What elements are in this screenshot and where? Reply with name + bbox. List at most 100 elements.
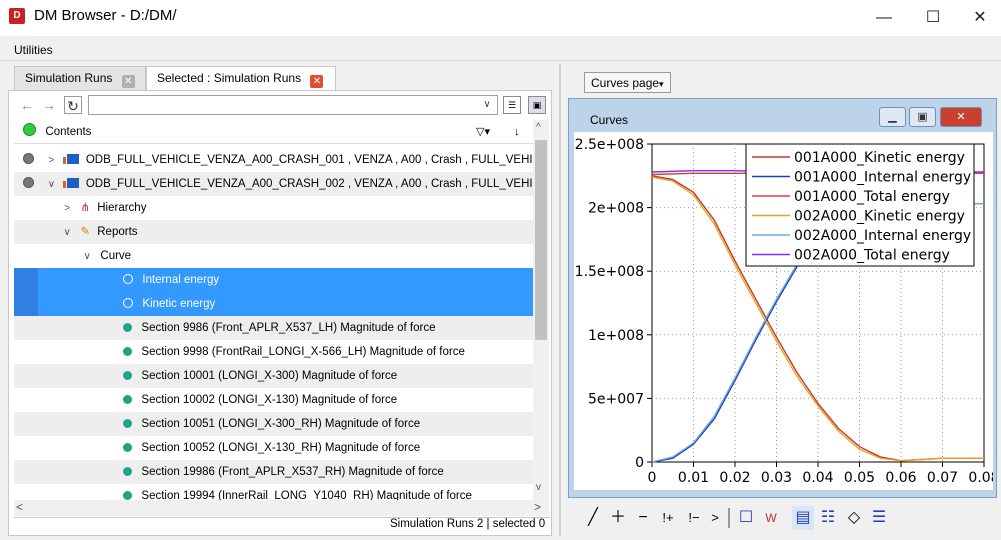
tab-label: Selected : Simulation Runs xyxy=(157,71,302,85)
chevron-down-icon[interactable]: ∨ xyxy=(81,245,93,269)
legend-label: 001A000_Kinetic energy xyxy=(794,150,965,166)
refresh-icon[interactable]: ↻ xyxy=(64,96,82,114)
tree-row-run-002[interactable]: ∨ ODB_FULL_VEHICLE_VENZA_A00_CRASH_002 ,… xyxy=(14,172,533,196)
plot-minimize-icon[interactable]: ▁ xyxy=(879,107,906,127)
curve-item-icon xyxy=(123,323,133,332)
tree-row-section[interactable]: Section 10002 (LONGI_X-130) Magnitude of… xyxy=(14,388,533,412)
x-tick-label: 0 xyxy=(648,470,657,486)
back-arrow-icon[interactable]: ← xyxy=(18,96,36,114)
remove-marker-icon[interactable]: !− xyxy=(682,506,706,530)
curve-item-icon xyxy=(123,467,133,476)
remove-icon[interactable]: − xyxy=(632,506,654,530)
fill-color-icon[interactable]: ◇ xyxy=(843,506,865,530)
tab-close-icon[interactable]: ✕ xyxy=(310,75,324,88)
draw-line-icon[interactable]: ╱ xyxy=(582,506,604,530)
sort-down-icon[interactable]: ↓ xyxy=(514,120,520,144)
scroll-down-icon[interactable]: v xyxy=(536,482,541,493)
curve-item-icon xyxy=(123,347,133,356)
tree-row-reports[interactable]: ∨ ✎ Reports xyxy=(14,220,533,244)
x-tick-label: 0.02 xyxy=(719,470,750,486)
add-icon[interactable]: ＋ xyxy=(607,506,629,530)
chevron-down-icon[interactable]: ∨ xyxy=(480,96,494,114)
tab-close-icon[interactable]: ✕ xyxy=(121,75,135,88)
chevron-down-icon[interactable]: ∨ xyxy=(45,173,57,197)
x-tick-label: 0.05 xyxy=(844,470,875,486)
line-style-icon[interactable]: ☰ xyxy=(868,506,890,530)
tree-row-section[interactable]: Section 19986 (Front_APLR_X537_RH) Magni… xyxy=(14,460,533,484)
tree-row-section[interactable]: Section 9986 (Front_APLR_X537_LH) Magnit… xyxy=(14,316,533,340)
x-tick-label: 0.03 xyxy=(761,470,792,486)
plot-area[interactable]: 0 5e+007 1e+008 1.5e+008 2e+008 2.5e+008 0 0.01… xyxy=(574,132,1000,490)
filter-icon[interactable]: ▽▾ xyxy=(476,120,490,144)
status-text: Simulation Runs 2 | selected 0 xyxy=(390,518,546,530)
tree-row-kinetic-energy[interactable]: Kinetic energy xyxy=(14,292,533,316)
tree-row-section[interactable]: Section 10051 (LONGI_X-300_RH) Magnitude… xyxy=(14,412,533,436)
tree-row-section[interactable]: Section 10001 (LONGI_X-300) Magnitude of… xyxy=(14,364,533,388)
tree-row-label: Section 10001 (LONGI_X-300) Magnitude of… xyxy=(141,370,398,382)
path-input[interactable] xyxy=(88,95,498,115)
tab-selected-simulation-runs[interactable]: Selected : Simulation Runs ✕ xyxy=(146,66,336,91)
plot-restore-icon[interactable]: ▣ xyxy=(909,107,936,127)
grid-icon[interactable]: ☷ xyxy=(817,506,839,530)
horizontal-scrollbar[interactable] xyxy=(14,500,549,516)
scroll-right-icon[interactable]: > xyxy=(534,500,541,514)
legend-icon[interactable]: ▤ xyxy=(792,506,814,530)
tree-row-label: Section 10052 (LONGI_X-130_RH) Magnitude… xyxy=(141,442,421,454)
vertical-scroll-thumb[interactable] xyxy=(535,140,547,340)
tree-row-curve[interactable]: ∨ Curve xyxy=(14,244,533,268)
forward-arrow-icon[interactable]: → xyxy=(40,96,58,114)
tree-row-hierarchy[interactable]: > ⋔ Hierarchy xyxy=(14,196,533,220)
maximize-icon[interactable]: ☐ xyxy=(910,0,956,36)
tree-row-label: ODB_FULL_VEHICLE_VENZA_A00_CRASH_002 , V… xyxy=(85,178,533,190)
toolbar-separator xyxy=(728,508,730,528)
panel-divider[interactable] xyxy=(559,64,561,536)
legend-label: 002A000_Total energy xyxy=(794,248,950,264)
y-tick-label: 2.5e+008 xyxy=(575,137,644,153)
minimize-icon[interactable]: — xyxy=(861,0,907,36)
legend-label: 001A000_Internal energy xyxy=(794,170,971,186)
curves-page-button[interactable]: Curves page▾ xyxy=(584,72,671,93)
curve-item-icon xyxy=(123,371,133,380)
tree-row-label: Internal energy xyxy=(142,274,220,286)
page-w-icon[interactable]: W xyxy=(760,506,782,530)
x-tick-label: 0.08 xyxy=(968,470,993,486)
tree-row-section[interactable]: Section 19994 (InnerRail_LONG_Y1040_RH) … xyxy=(14,484,533,500)
tree-row-label: Section 9998 (FrontRail_LONGI_X-566_LH) … xyxy=(141,346,465,358)
menu-utilities[interactable]: Utilities xyxy=(14,43,53,57)
tree-row-label: Kinetic energy xyxy=(142,298,216,310)
tree-header-label: Contents xyxy=(45,126,92,138)
scroll-left-icon[interactable]: < xyxy=(16,500,23,514)
tree-row-internal-energy[interactable]: Internal energy xyxy=(14,268,533,292)
tree-row-label: Section 10002 (LONGI_X-130) Magnitude of… xyxy=(141,394,398,406)
chevron-down-icon[interactable]: ∨ xyxy=(61,221,73,245)
legend-label: 002A000_Internal energy xyxy=(794,228,971,244)
window-frame-icon[interactable]: ☐ xyxy=(735,506,757,530)
y-tick-label: 1e+008 xyxy=(588,328,644,344)
curve-item-icon xyxy=(123,298,134,308)
legend-label: 001A000_Total energy xyxy=(794,189,950,205)
x-tick-label: 0.04 xyxy=(802,470,833,486)
tree-row-label: Section 10051 (LONGI_X-300_RH) Magnitude… xyxy=(141,418,421,430)
tree-row-run-001[interactable]: > ODB_FULL_VEHICLE_VENZA_A00_CRASH_001 ,… xyxy=(14,148,533,172)
tree-row-label: Section 19986 (Front_APLR_X537_RH) Magni… xyxy=(141,466,444,478)
panel-view-icon[interactable]: ▣ xyxy=(528,96,546,114)
y-tick-label: 2e+008 xyxy=(588,201,644,217)
tree-row-section[interactable]: Section 10052 (LONGI_X-130_RH) Magnitude… xyxy=(14,436,533,460)
tab-simulation-runs[interactable]: Simulation Runs ✕ xyxy=(14,66,146,90)
tree-row-section[interactable]: Section 9998 (FrontRail_LONGI_X-566_LH) … xyxy=(14,340,533,364)
status-grey-icon xyxy=(23,177,35,188)
next-icon[interactable]: > xyxy=(706,506,724,530)
scroll-up-icon[interactable]: ^ xyxy=(536,122,541,133)
legend-label: 002A000_Kinetic energy xyxy=(794,209,965,225)
y-tick-label: 0 xyxy=(635,455,644,471)
add-marker-icon[interactable]: !+ xyxy=(656,506,680,530)
close-icon[interactable]: ✕ xyxy=(957,0,1001,36)
tree-header: Contents ▽▾ ↓ xyxy=(14,120,533,144)
curve-item-icon xyxy=(123,419,133,428)
chevron-right-icon[interactable]: > xyxy=(45,149,57,173)
chevron-right-icon[interactable]: > xyxy=(61,197,73,221)
status-green-icon xyxy=(23,123,37,136)
curve-item-icon xyxy=(123,395,133,404)
list-view-icon[interactable]: ☰ xyxy=(503,96,521,114)
plot-close-icon[interactable]: ✕ xyxy=(940,107,982,127)
